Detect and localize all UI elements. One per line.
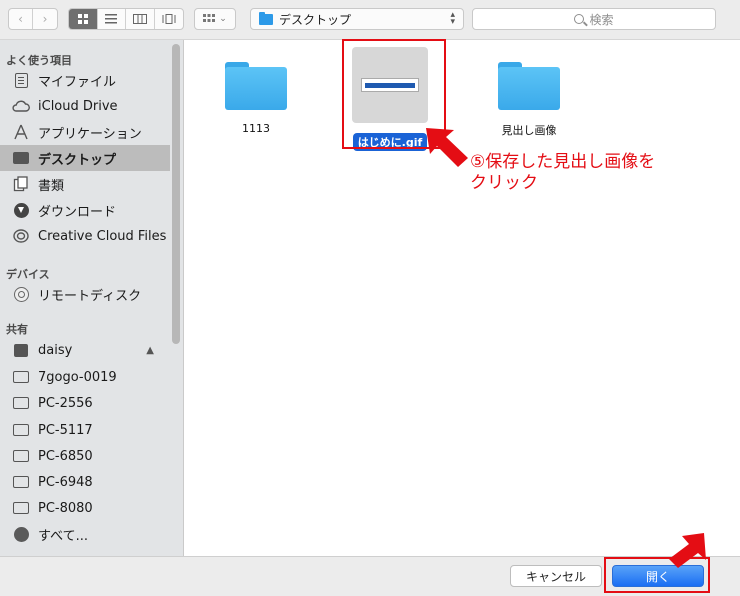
sidebar-item-label: Creative Cloud Files (38, 228, 167, 244)
sidebar-item-7gogo-0019[interactable]: 7gogo-0019 (0, 364, 170, 390)
search-field[interactable]: 検索 (472, 8, 716, 30)
columns-icon (132, 14, 147, 24)
downloads-icon (12, 202, 30, 218)
display-icon (12, 474, 30, 490)
eject-icon[interactable]: ▲ (146, 345, 154, 356)
sidebar-item-label: 7gogo-0019 (38, 369, 117, 385)
cloud-icon (12, 98, 30, 114)
chevron-right-icon: › (42, 12, 48, 26)
file-name: 見出し画像 (501, 124, 557, 137)
location-label: デスクトップ (279, 12, 352, 27)
sidebar-item-label: すべて... (38, 528, 88, 544)
folder-icon (225, 62, 287, 110)
chevron-down-icon: ⌄ (219, 14, 227, 24)
column-view-button[interactable] (126, 9, 155, 29)
sidebar-item-label: ダウンロード (38, 204, 117, 220)
sidebar-item-label: アプリケーション (38, 126, 142, 142)
sidebar-item-icloud-drive[interactable]: iCloud Drive (0, 93, 170, 119)
documents-icon (12, 72, 30, 88)
nav-buttons: ‹ › (8, 8, 58, 30)
display-icon (12, 395, 30, 411)
globe-icon (12, 526, 30, 542)
forward-button[interactable]: › (33, 9, 57, 29)
coverflow-view-button[interactable] (155, 9, 183, 29)
arrange-button[interactable]: ⌄ (194, 8, 236, 30)
sidebar-item-label: リモートディスク (38, 288, 142, 304)
sidebar-item-pc-6850[interactable]: PC-6850 (0, 443, 170, 469)
display-icon (12, 500, 30, 516)
annotation-text: ⑤保存した見出し画像を クリック (470, 152, 710, 194)
red-arrow-icon (669, 533, 706, 568)
grid-icon (77, 14, 88, 24)
view-mode-selector (68, 8, 184, 30)
computer-icon (12, 342, 30, 358)
sidebar-item-applications[interactable]: アプリケーション (0, 119, 170, 145)
back-button[interactable]: ‹ (9, 9, 34, 29)
arrange-icon (203, 14, 216, 22)
disc-icon (12, 286, 30, 302)
sidebar-scrollbar[interactable] (172, 44, 180, 344)
sidebar-item-label: iCloud Drive (38, 98, 118, 114)
sidebar-item-pc-8080[interactable]: PC-8080 (0, 495, 170, 521)
display-icon (12, 369, 30, 385)
sidebar-item-creative-cloud-files[interactable]: Creative Cloud Files (0, 223, 170, 249)
sidebar-item-label: PC-8080 (38, 500, 93, 516)
sidebar-item-documents[interactable]: 書類 (0, 171, 170, 197)
location-popup[interactable]: デスクトップ ▴ ▾ (250, 8, 464, 30)
sidebar-item-label: マイファイル (38, 74, 117, 90)
annotation-line-1: ⑤保存した見出し画像を (470, 152, 656, 172)
search-icon (574, 14, 585, 24)
folder-icon (259, 11, 273, 25)
up-down-arrows-icon: ▴ ▾ (450, 10, 455, 27)
sidebar-item-label: PC-6850 (38, 448, 93, 464)
list-view-button[interactable] (98, 9, 126, 29)
creative-cloud-icon (12, 228, 30, 244)
sidebar-item-downloads[interactable]: ダウンロード (0, 197, 170, 223)
sidebar-item-label: PC-5117 (38, 422, 93, 438)
favorites-header: よく使う項目 (6, 54, 72, 67)
sidebar-item-pc-5117[interactable]: PC-5117 (0, 417, 170, 443)
sidebar-item-label: PC-6948 (38, 474, 93, 490)
sidebar-item-all[interactable]: すべて... (0, 521, 170, 547)
sidebar-item-label: daisy (38, 342, 73, 358)
file-item-midashi-gazou[interactable]: 見出し画像 (479, 62, 579, 138)
sidebar-item-pc-6948[interactable]: PC-6948 (0, 469, 170, 495)
coverflow-icon (162, 14, 176, 24)
documents-folder-icon (12, 176, 30, 192)
devices-header: デバイス (6, 268, 50, 281)
sidebar-item-daisy[interactable]: daisy ▲ (0, 337, 170, 363)
file-browser: 1113 はじめに.gif 見出し画像 (184, 40, 740, 556)
red-arrow-icon (426, 128, 468, 167)
folder-icon (498, 62, 560, 110)
sidebar-item-remote-disc[interactable]: リモートディスク (0, 281, 170, 307)
applications-icon (12, 124, 30, 140)
search-placeholder: 検索 (589, 12, 614, 27)
sidebar-item-label: デスクトップ (38, 152, 117, 168)
sidebar: よく使う項目 マイファイル iCloud Drive アプリケーション デスクト… (0, 40, 184, 556)
sidebar-item-label: 書類 (38, 178, 65, 194)
annotation-line-2: クリック (470, 173, 538, 193)
cancel-button[interactable]: キャンセル (510, 565, 602, 587)
desktop-icon (12, 150, 30, 166)
file-name: 1113 (242, 122, 270, 135)
file-item-1113[interactable]: 1113 (206, 62, 306, 135)
icon-view-button[interactable] (69, 9, 98, 29)
sidebar-item-desktop[interactable]: デスクトップ (0, 145, 170, 171)
toolbar: ‹ › ⌄ デスクトップ ▴ ▾ 検索 (0, 0, 740, 40)
list-icon (105, 14, 118, 24)
sidebar-item-pc-2556[interactable]: PC-2556 (0, 390, 170, 416)
chevron-left-icon: ‹ (18, 12, 23, 26)
display-icon (12, 448, 30, 464)
shared-header: 共有 (6, 323, 28, 336)
sidebar-item-label: PC-2556 (38, 395, 93, 411)
sidebar-item-my-files[interactable]: マイファイル (0, 67, 170, 93)
display-icon (12, 422, 30, 438)
